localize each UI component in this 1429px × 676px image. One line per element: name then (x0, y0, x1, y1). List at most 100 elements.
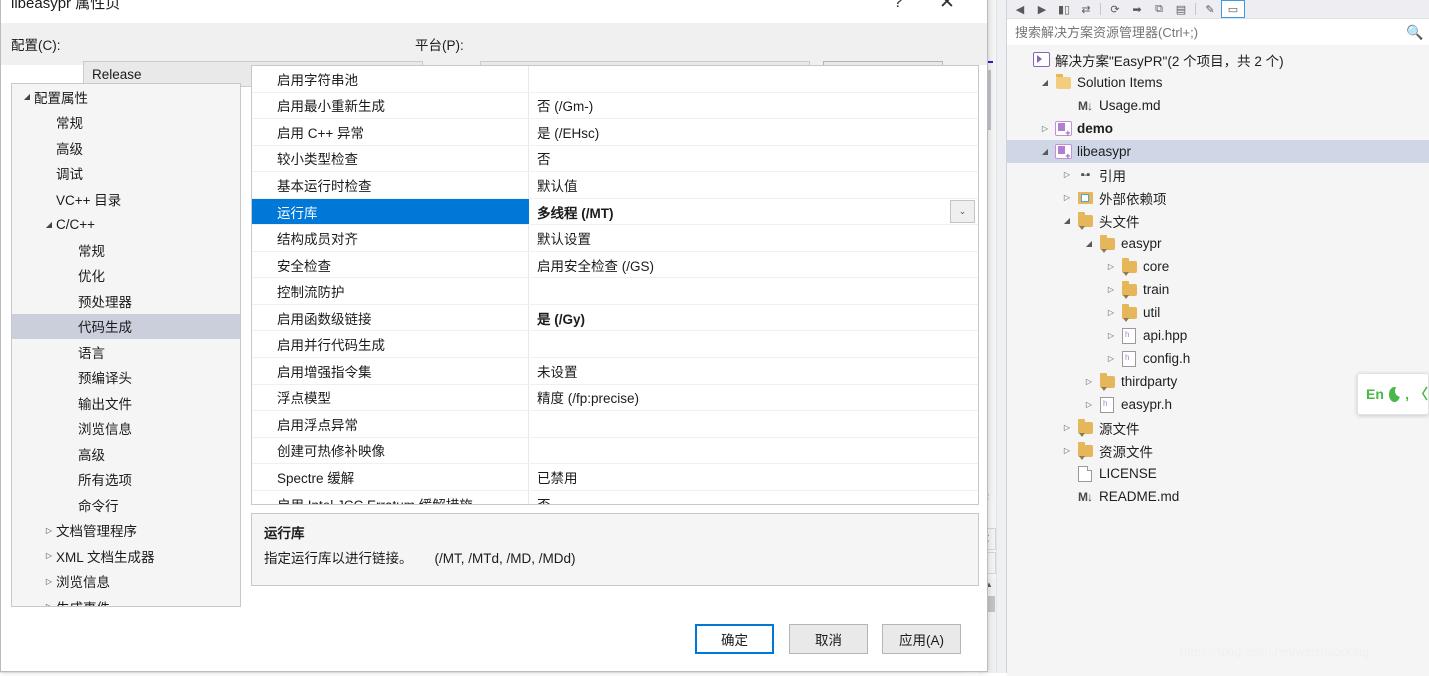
property-category-10[interactable]: 语言 (12, 339, 240, 365)
twisty-expanded-icon[interactable]: ◢ (20, 92, 34, 101)
solution-tree-item[interactable]: ▷ demo (1007, 117, 1429, 140)
property-value[interactable] (529, 66, 978, 92)
property-grid[interactable]: 启用字符串池 启用最小重新生成否 (/Gm-) 启用 C++ 异常是 (/EHsc)… (251, 65, 979, 505)
property-category-12[interactable]: 输出文件 (12, 390, 240, 416)
ime-language-bar[interactable]: En , 〈 (1357, 373, 1429, 415)
twisty-collapsed-icon[interactable]: ▷ (1103, 324, 1119, 347)
solution-tree[interactable]: 解决方案"EasyPR"(2 个项目，共 2 个) ◢ Solution Items… (1007, 45, 1429, 676)
solution-tree-item[interactable]: ▷ 资源文件 (1007, 439, 1429, 462)
keyboard-icon[interactable]: 〈 (1414, 384, 1428, 404)
property-value[interactable]: 默认值 (529, 172, 978, 198)
property-row[interactable]: 启用并行代码生成 (252, 331, 978, 359)
property-category-19[interactable]: ▷ 浏览信息 (12, 569, 240, 595)
property-category-3[interactable]: 调试 (12, 161, 240, 187)
solution-tree-item[interactable]: ▷ 源文件 (1007, 416, 1429, 439)
close-icon[interactable]: ✕ (926, 0, 968, 16)
twisty-collapsed-icon[interactable]: ▷ (1081, 370, 1097, 393)
property-category-5[interactable]: ◢ C/C++ (12, 212, 240, 238)
back-arrow-icon[interactable]: ◀ (1009, 1, 1031, 17)
apply-button[interactable]: 应用(A) (882, 624, 961, 654)
properties-icon[interactable]: ▤ (1170, 1, 1192, 17)
twisty-collapsed-icon[interactable]: ▷ (1059, 163, 1075, 186)
property-value[interactable]: 否 (529, 146, 978, 172)
property-category-20[interactable]: ▷生成事件 (12, 594, 240, 606)
property-row[interactable]: 运行库 多线程 (/MT) ⌄ (252, 198, 978, 226)
property-row[interactable]: 启用增强指令集 未设置 (252, 358, 978, 385)
solution-tree-item[interactable]: M↓ Usage.md (1007, 94, 1429, 117)
property-category-tree[interactable]: ◢ 配置属性 常规 高级 调试 VC++ 目录 ◢ C/C++ 常规 优化 预处理器 代码生成 语言 预编… (11, 83, 241, 607)
property-value[interactable]: 多线程 (/MT) (529, 199, 978, 225)
twisty-collapsed-icon[interactable]: ▷ (1037, 117, 1053, 140)
property-row[interactable]: 启用 C++ 异常是 (/EHsc) (252, 119, 978, 146)
twisty-collapsed-icon[interactable]: ▷ (42, 526, 56, 535)
solution-tree-item[interactable]: ▷ core (1007, 255, 1429, 278)
search-icon[interactable]: 🔍 (1400, 24, 1429, 41)
property-row[interactable]: Spectre 缓解 已禁用 (252, 464, 978, 491)
view-icon[interactable]: ▭ (1221, 0, 1245, 18)
twisty-collapsed-icon[interactable]: ▷ (1059, 186, 1075, 209)
property-row[interactable]: 较小类型检查否 (252, 145, 978, 173)
property-value[interactable]: 是 (/EHsc) (529, 119, 978, 145)
twisty-expanded-icon[interactable]: ◢ (1037, 140, 1053, 163)
property-category-2[interactable]: 高级 (12, 135, 240, 161)
property-category-16[interactable]: 命令行 (12, 492, 240, 518)
twisty-collapsed-icon[interactable]: ▷ (1103, 255, 1119, 278)
solution-tree-item[interactable]: ◢ libeasypr (1007, 140, 1429, 163)
property-category-15[interactable]: 所有选项 (12, 467, 240, 493)
property-row[interactable]: 启用最小重新生成否 (/Gm-) (252, 92, 978, 120)
property-row[interactable]: 创建可热修补映像 (252, 437, 978, 465)
property-value[interactable] (529, 331, 978, 357)
show-all-files-icon[interactable]: ➡ (1126, 1, 1148, 17)
property-value-dropdown-icon[interactable]: ⌄ (950, 199, 975, 223)
solution-tree-item[interactable]: ▷ 外部依赖项 (1007, 186, 1429, 209)
solution-tree-item[interactable]: ▷ ▪-▪ 引用 (1007, 163, 1429, 186)
property-value[interactable]: 否 (/Gm-) (529, 93, 978, 119)
collapse-all-icon[interactable]: ⧉ (1148, 1, 1170, 17)
twisty-expanded-icon[interactable]: ◢ (42, 220, 56, 229)
twisty-expanded-icon[interactable]: ◢ (1059, 209, 1075, 232)
property-value[interactable]: 已禁用 (529, 464, 978, 490)
property-value[interactable]: 启用安全检查 (/GS) (529, 252, 978, 278)
property-value[interactable]: 是 (/Gy) (529, 305, 978, 331)
solution-tree-item[interactable]: 解决方案"EasyPR"(2 个项目，共 2 个) (1007, 48, 1429, 71)
property-value[interactable]: 未设置 (529, 358, 978, 384)
solution-explorer-search[interactable]: 🔍 (1007, 18, 1429, 46)
ime-language-label[interactable]: En (1366, 386, 1384, 402)
solution-tree-item[interactable]: ◢ Solution Items (1007, 71, 1429, 94)
property-row[interactable]: 浮点模型 精度 (/fp:precise) (252, 384, 978, 412)
property-category-6[interactable]: 常规 (12, 237, 240, 263)
solution-tree-item[interactable]: M↓ README.md (1007, 485, 1429, 508)
solution-tree-item[interactable]: ◢ 头文件 (1007, 209, 1429, 232)
twisty-collapsed-icon[interactable]: ▷ (1103, 301, 1119, 324)
twisty-expanded-icon[interactable]: ◢ (1081, 232, 1097, 255)
property-category-1[interactable]: 常规 (12, 110, 240, 136)
moon-icon[interactable] (1388, 384, 1408, 402)
property-row[interactable]: 启用函数级链接是 (/Gy) (252, 304, 978, 332)
property-row[interactable]: 启用字符串池 (252, 66, 978, 93)
solution-tree-item[interactable]: ▷ train (1007, 278, 1429, 301)
twisty-collapsed-icon[interactable]: ▷ (1103, 278, 1119, 301)
property-category-14[interactable]: 高级 (12, 441, 240, 467)
property-value[interactable] (529, 438, 978, 464)
property-category-0[interactable]: ◢ 配置属性 (12, 84, 240, 110)
preview-selected-items-icon[interactable]: ✎ (1199, 1, 1221, 17)
property-row[interactable]: 控制流防护 (252, 278, 978, 305)
property-category-11[interactable]: 预编译头 (12, 365, 240, 391)
property-value[interactable] (529, 411, 978, 437)
property-category-8[interactable]: 预处理器 (12, 288, 240, 314)
property-row[interactable]: 启用 Intel JCC Erratum 缓解措施否 (252, 490, 978, 504)
twisty-collapsed-icon[interactable]: ▷ (42, 602, 56, 606)
property-category-9[interactable]: 代码生成 (12, 313, 240, 339)
search-input[interactable] (1007, 23, 1400, 41)
property-value[interactable] (529, 278, 978, 304)
home-icon[interactable]: ▮▯ (1053, 1, 1075, 17)
twisty-collapsed-icon[interactable]: ▷ (1059, 439, 1075, 462)
twisty-collapsed-icon[interactable]: ▷ (42, 551, 56, 560)
property-value[interactable]: 精度 (/fp:precise) (529, 385, 978, 411)
refresh-icon[interactable]: ⟳ (1104, 1, 1126, 17)
property-row[interactable]: 结构成员对齐 默认设置 (252, 225, 978, 252)
cancel-button[interactable]: 取消 (789, 624, 868, 654)
property-category-7[interactable]: 优化 (12, 263, 240, 289)
property-category-17[interactable]: ▷ 文档管理程序 (12, 518, 240, 544)
twisty-expanded-icon[interactable]: ◢ (1037, 71, 1053, 94)
